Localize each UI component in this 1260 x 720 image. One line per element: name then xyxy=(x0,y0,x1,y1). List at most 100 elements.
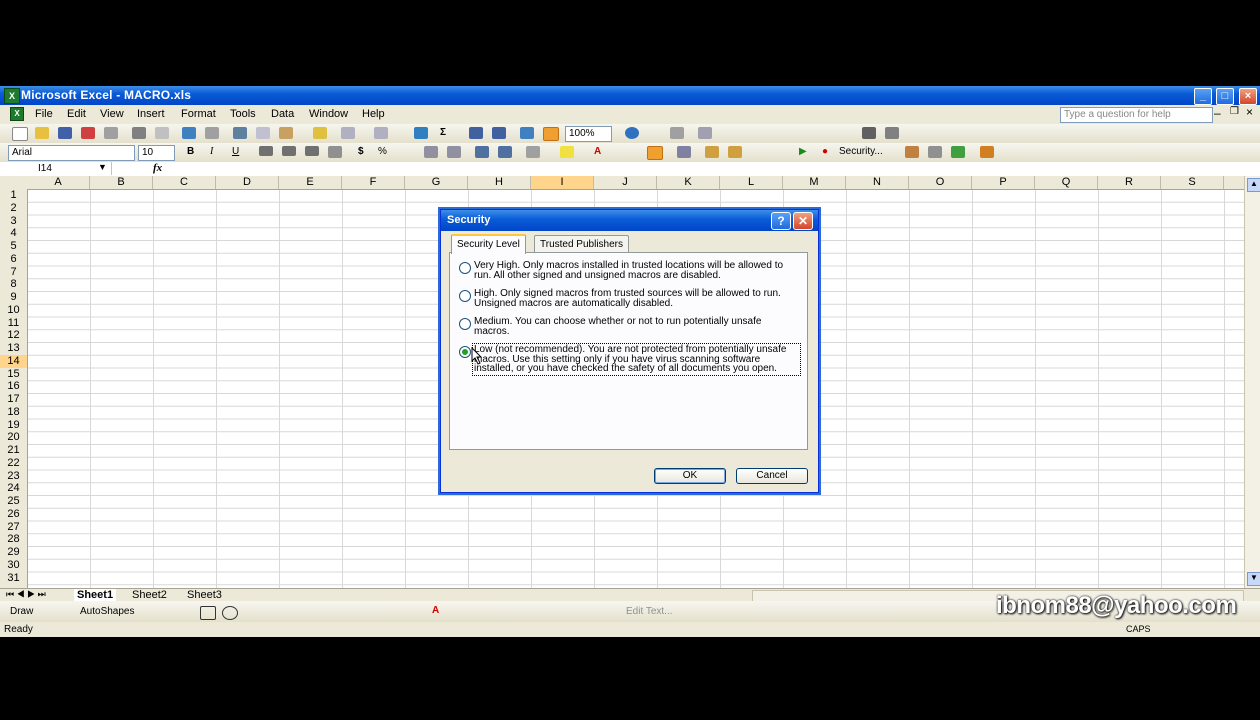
row-header[interactable]: 1 xyxy=(0,189,27,202)
draw-font-color-icon[interactable]: A xyxy=(432,605,439,616)
zoom-combo[interactable]: 100% xyxy=(565,126,612,142)
radio-low[interactable] xyxy=(459,346,471,358)
menu-file[interactable]: File xyxy=(35,108,53,120)
vertical-scrollbar[interactable]: ▲ ▼ xyxy=(1244,176,1260,588)
row-header[interactable]: 30 xyxy=(0,559,27,572)
row-header[interactable]: 28 xyxy=(0,533,27,546)
align-center-icon[interactable] xyxy=(282,146,296,156)
row-header[interactable]: 24 xyxy=(0,482,27,495)
font-size-combo[interactable]: 10 xyxy=(138,145,175,161)
drawing-icon[interactable] xyxy=(543,127,559,141)
radio-very-high[interactable] xyxy=(459,262,471,274)
edit-text-button[interactable]: Edit Text... xyxy=(626,606,673,617)
row-header[interactable]: 21 xyxy=(0,444,27,457)
autoshapes-menu[interactable]: AutoShapes xyxy=(80,606,135,617)
menu-format[interactable]: Format xyxy=(181,108,216,120)
menu-edit[interactable]: Edit xyxy=(67,108,86,120)
row-header[interactable]: 27 xyxy=(0,521,27,534)
row-header[interactable]: 10 xyxy=(0,304,27,317)
column-header[interactable]: E xyxy=(279,176,342,189)
currency-button[interactable]: $ xyxy=(358,146,364,157)
email-icon[interactable] xyxy=(104,127,118,139)
row-header[interactable]: 6 xyxy=(0,253,27,266)
scroll-up-icon[interactable]: ▲ xyxy=(1247,178,1260,192)
column-header[interactable]: O xyxy=(909,176,972,189)
tab-nav-icons[interactable]: ⏮ ◀ ▶ ⏭ xyxy=(6,589,46,600)
dialog-help-button[interactable]: ? xyxy=(771,212,791,230)
merge-icon[interactable] xyxy=(862,127,876,139)
paste-icon[interactable] xyxy=(279,127,293,139)
menu-view[interactable]: View xyxy=(100,108,124,120)
decrease-decimal-icon[interactable] xyxy=(447,146,461,158)
row-header[interactable]: 9 xyxy=(0,291,27,304)
new-icon[interactable] xyxy=(12,127,28,141)
column-header[interactable]: N xyxy=(846,176,909,189)
macro-record-icon[interactable] xyxy=(647,146,663,160)
font-name-combo[interactable]: Arial xyxy=(8,145,135,161)
ask-question-input[interactable]: Type a question for help xyxy=(1060,107,1213,123)
menu-insert[interactable]: Insert xyxy=(137,108,165,120)
row-header[interactable]: 23 xyxy=(0,470,27,483)
toolbox-icon[interactable] xyxy=(905,146,919,158)
sheet-tab-1[interactable]: Sheet1 xyxy=(74,589,117,601)
row-header[interactable]: 7 xyxy=(0,266,27,279)
menu-data[interactable]: Data xyxy=(271,108,294,120)
excel-app-icon[interactable]: X xyxy=(4,88,20,104)
undo-icon[interactable] xyxy=(341,127,355,139)
radio-high[interactable] xyxy=(459,290,471,302)
sort-ascending-icon[interactable] xyxy=(469,127,483,139)
sheet-tab-2[interactable]: Sheet2 xyxy=(132,589,167,601)
name-box-dropdown-icon[interactable]: ▼ xyxy=(98,162,107,172)
align-left-icon[interactable] xyxy=(259,146,273,156)
merge-center-icon[interactable] xyxy=(328,146,342,158)
column-header[interactable]: D xyxy=(216,176,279,189)
row-header[interactable]: 17 xyxy=(0,393,27,406)
chart-wizard-icon[interactable] xyxy=(520,127,534,139)
print-preview-icon[interactable] xyxy=(155,127,169,139)
column-header[interactable]: Q xyxy=(1035,176,1098,189)
italic-button[interactable]: I xyxy=(210,146,213,157)
increase-decimal-icon[interactable] xyxy=(424,146,438,158)
minimize-button[interactable]: _ xyxy=(1194,88,1212,105)
control-toolbox-icon[interactable] xyxy=(705,146,719,158)
percent-button[interactable]: % xyxy=(378,146,387,157)
permission-icon[interactable] xyxy=(81,127,95,139)
ok-button[interactable]: OK xyxy=(654,468,726,484)
record-macro-icon[interactable]: ● xyxy=(822,146,828,157)
column-header[interactable]: L xyxy=(720,176,783,189)
column-header[interactable]: R xyxy=(1098,176,1161,189)
tab-security-level[interactable]: Security Level xyxy=(451,234,526,254)
format-painter-icon[interactable] xyxy=(313,127,327,139)
addins-icon[interactable] xyxy=(980,146,994,158)
font-color-icon[interactable]: A xyxy=(594,146,601,157)
doc-close-icon[interactable]: × xyxy=(1246,105,1253,119)
row-header[interactable]: 20 xyxy=(0,431,27,444)
column-header[interactable]: C xyxy=(153,176,216,189)
row-header[interactable]: 2 xyxy=(0,202,27,215)
row-header[interactable]: 16 xyxy=(0,380,27,393)
rectangle-icon[interactable] xyxy=(200,606,216,620)
redo-icon[interactable] xyxy=(374,127,388,139)
row-header[interactable]: 14 xyxy=(0,354,27,368)
row-header[interactable]: 8 xyxy=(0,278,27,291)
fit-icon[interactable] xyxy=(885,127,899,139)
menu-window[interactable]: Window xyxy=(309,108,348,120)
tools-icon[interactable] xyxy=(928,146,942,158)
doc-restore-icon[interactable]: ❐ xyxy=(1230,106,1239,117)
row-header[interactable]: 31 xyxy=(0,572,27,585)
oval-icon[interactable] xyxy=(222,606,238,620)
draw-menu[interactable]: Draw xyxy=(10,606,33,617)
tab-trusted-publishers[interactable]: Trusted Publishers xyxy=(534,235,629,253)
row-header[interactable]: 12 xyxy=(0,329,27,342)
row-header[interactable]: 18 xyxy=(0,406,27,419)
save-icon[interactable] xyxy=(58,127,72,139)
security-button[interactable]: Security... xyxy=(839,146,883,157)
sort-descending-icon[interactable] xyxy=(492,127,506,139)
row-header[interactable]: 25 xyxy=(0,495,27,508)
scroll-down-icon[interactable]: ▼ xyxy=(1247,572,1260,586)
bold-button[interactable]: B xyxy=(187,146,194,157)
camera-icon[interactable] xyxy=(670,127,684,139)
column-header[interactable]: M xyxy=(783,176,846,189)
column-header[interactable]: I xyxy=(531,176,594,189)
cut-icon[interactable] xyxy=(233,127,247,139)
